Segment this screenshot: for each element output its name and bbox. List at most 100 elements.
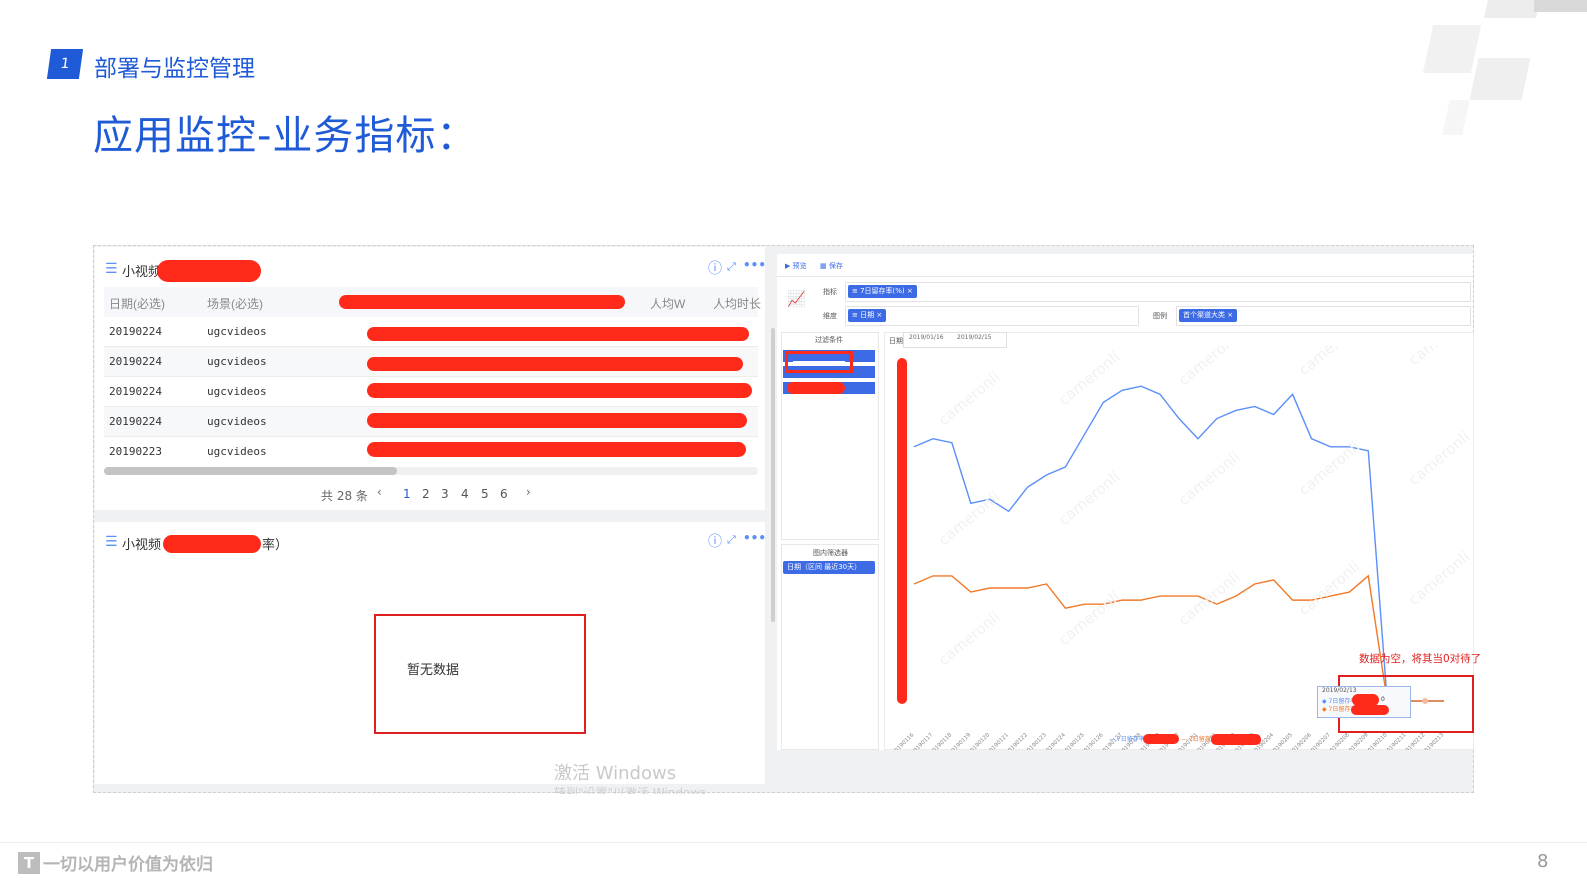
- empty-state-highlight: [374, 614, 586, 734]
- x-tick-label: 20190121: [986, 732, 1010, 750]
- x-tick-label: 20190126: [1081, 732, 1105, 750]
- pagination-total: 共 28 条: [321, 489, 368, 503]
- inner-filter-chip[interactable]: 日期（区间 最近30天）: [783, 561, 875, 574]
- metric-chip[interactable]: ≡ 7日留存率(%) ×: [848, 285, 917, 298]
- x-tick-label: 20190213: [1421, 732, 1445, 750]
- pagination-page-3[interactable]: 3: [441, 487, 449, 501]
- page-title: 应用监控-业务指标：: [93, 113, 478, 159]
- redaction-mark: [367, 383, 752, 398]
- x-tick-label: 20190206: [1289, 732, 1313, 750]
- pagination-page-6[interactable]: 6: [500, 487, 508, 501]
- watermark-text: cameronli: [935, 368, 1003, 429]
- x-tick-label: 20190212: [1402, 732, 1426, 750]
- cell-scene: ugcvideos: [207, 445, 267, 458]
- column-header-avg-w[interactable]: 人均W: [650, 295, 685, 312]
- x-tick-label: 20190122: [1005, 732, 1029, 750]
- menu-icon[interactable]: ☰: [105, 261, 118, 277]
- pagination-prev-button[interactable]: ‹: [377, 485, 382, 499]
- x-tick-label: 20190207: [1308, 732, 1332, 750]
- pagination-page-2[interactable]: 2: [422, 487, 430, 501]
- dashboard-screenshot: ☰ 小视频 ⓘ ⤢ ••• 日期(必选) 场景(必选) 人均W 人均时长 201…: [93, 245, 1481, 794]
- toolbar-divider: [777, 276, 1473, 277]
- x-tick-label: 20190124: [1043, 732, 1067, 750]
- preview-button[interactable]: ▶ 预览: [785, 261, 807, 271]
- x-tick-label: 20190120: [967, 732, 991, 750]
- dimension-label: 维度: [823, 312, 837, 320]
- watermark-text: cameronli: [1175, 448, 1243, 509]
- panel-title: 小视频: [122, 265, 162, 280]
- cell-date: 20190224: [109, 355, 162, 368]
- filter-title: 过滤条件: [815, 336, 843, 344]
- legend-chip[interactable]: 首个渠道大类 ×: [1179, 309, 1238, 322]
- redaction-mark: [1143, 734, 1179, 744]
- watermark-text: cameronli: [935, 608, 1003, 669]
- windows-activation-hint: 转到"设置"以激活 Windows。: [554, 786, 719, 794]
- x-tick-label: 20190205: [1270, 732, 1294, 750]
- watermark-text: cameronli: [1405, 346, 1472, 369]
- more-icon[interactable]: •••: [743, 531, 766, 545]
- date-range-start: 2019/01/16: [909, 334, 944, 341]
- chip-text-line: [793, 361, 845, 363]
- cell-scene: ugcvideos: [207, 355, 267, 368]
- pagination-page-5[interactable]: 5: [481, 487, 489, 501]
- horizontal-scrollbar-track[interactable]: [104, 467, 758, 475]
- redaction-mark: [1351, 705, 1389, 715]
- watermark-text: cameronli: [1405, 428, 1472, 489]
- watermark-text: cameronli: [1055, 588, 1123, 649]
- date-range-end: 2019/02/15: [957, 334, 992, 341]
- redaction-mark: [157, 260, 261, 282]
- x-tick-label: 20190211: [1384, 732, 1408, 750]
- x-tick-label: 20190123: [1024, 732, 1048, 750]
- table-panel: ☰ 小视频 ⓘ ⤢ ••• 日期(必选) 场景(必选) 人均W 人均时长 201…: [95, 247, 766, 510]
- date-field-label: 日期: [889, 337, 903, 345]
- watermark-text: cameronli: [1055, 348, 1123, 409]
- x-tick-label: 20190118: [929, 732, 953, 750]
- info-icon[interactable]: ⓘ: [708, 258, 722, 278]
- redaction-mark: [787, 382, 845, 394]
- dimension-dropzone[interactable]: [845, 306, 1139, 326]
- pagination-page-1[interactable]: 1: [403, 487, 411, 501]
- empty-data-annotation: 数据为空，将其当0对待了: [1359, 653, 1482, 665]
- horizontal-scrollbar-thumb[interactable]: [104, 467, 397, 475]
- section-number-badge: 1: [46, 49, 84, 79]
- watermark-text: cameronli: [1295, 346, 1363, 379]
- watermark-text: cameronli: [1405, 548, 1472, 609]
- footer-logo: T: [18, 852, 40, 874]
- row-divider: [104, 436, 758, 437]
- expand-icon[interactable]: ⤢: [727, 260, 736, 274]
- empty-state-text: 暂无数据: [407, 663, 460, 678]
- empty-chart-panel: ☰ 小视频 率） ⓘ ⤢ ••• 暂无数据: [95, 522, 766, 784]
- save-button[interactable]: ▦ 保存: [820, 261, 843, 271]
- redaction-mark: [367, 413, 747, 428]
- cell-date: 20190224: [109, 415, 162, 428]
- line-chart-type-icon[interactable]: 📈: [787, 290, 806, 308]
- menu-icon[interactable]: ☰: [105, 534, 118, 550]
- watermark-text: cameronli: [1055, 468, 1123, 529]
- watermark-text: cameronli: [1175, 346, 1243, 389]
- windows-activation-text: 激活 Windows: [554, 763, 677, 784]
- tooltip-value: 0: [1381, 696, 1385, 703]
- footer-divider: [0, 842, 1587, 843]
- x-tick-label: 20190208: [1327, 732, 1351, 750]
- vertical-scrollbar[interactable]: [771, 328, 775, 622]
- column-header-avg-duration[interactable]: 人均时长: [713, 295, 761, 312]
- inner-filter-title: 图内筛选器: [813, 549, 848, 557]
- x-tick-label: 20190117: [910, 732, 934, 750]
- x-tick-label: 20190210: [1365, 732, 1389, 750]
- footer-slogan: 一切以用户价值为依归: [43, 855, 213, 875]
- pagination-page-4[interactable]: 4: [461, 487, 469, 501]
- x-tick-label: 20190119: [948, 732, 972, 750]
- pagination-next-button[interactable]: ›: [526, 485, 531, 499]
- legend-item-1[interactable]: — 7日留存率: [1109, 734, 1145, 743]
- dimension-chip[interactable]: ≡ 日期 ×: [848, 309, 887, 322]
- column-header-date[interactable]: 日期(必选): [109, 295, 165, 312]
- expand-icon[interactable]: ⤢: [727, 533, 736, 547]
- redaction-mark: [367, 327, 749, 341]
- more-icon[interactable]: •••: [743, 258, 766, 272]
- metric-dropzone[interactable]: [845, 282, 1471, 302]
- column-header-scene[interactable]: 场景(必选): [207, 295, 263, 312]
- watermark-text: cameronli: [1175, 568, 1243, 629]
- info-icon[interactable]: ⓘ: [708, 531, 722, 551]
- inner-filter-panel: [781, 544, 879, 750]
- row-divider: [104, 376, 758, 377]
